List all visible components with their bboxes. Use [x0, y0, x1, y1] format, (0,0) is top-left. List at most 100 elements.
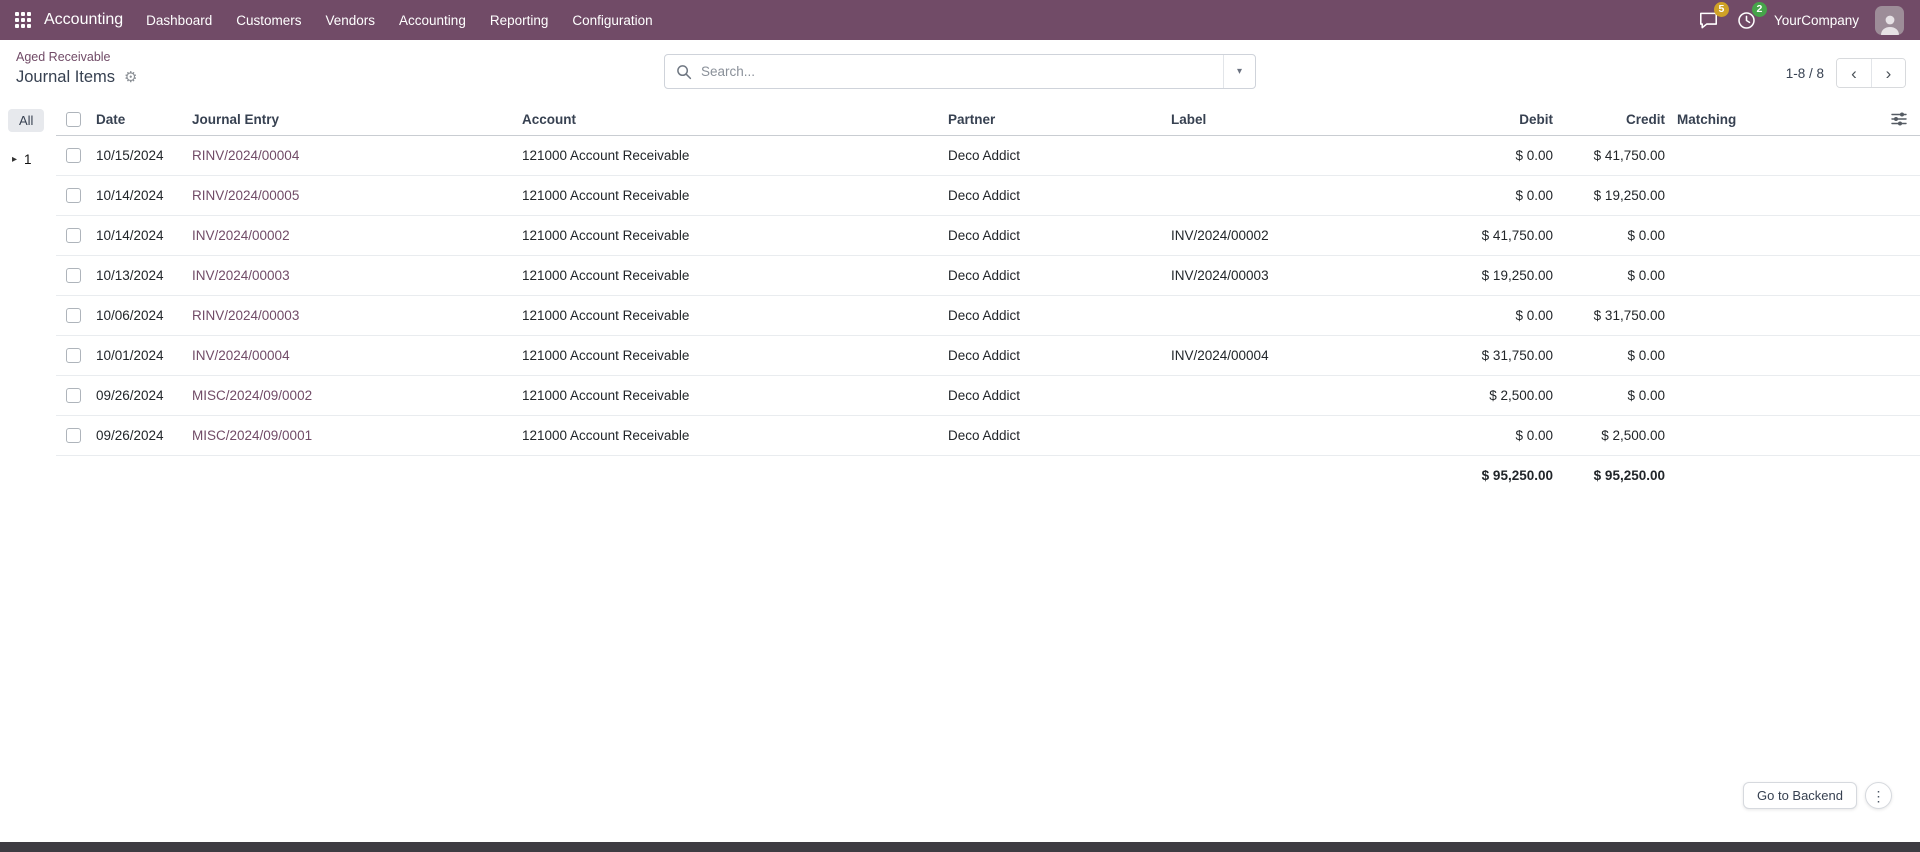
cell-journal-entry[interactable]: RINV/2024/00003	[188, 295, 518, 335]
journal-entry-link[interactable]: INV/2024/00003	[192, 268, 290, 283]
row-checkbox[interactable]	[66, 388, 81, 403]
cell-credit[interactable]: $ 0.00	[1559, 255, 1671, 295]
optional-columns-icon[interactable]	[1891, 111, 1907, 127]
search-input[interactable]	[692, 64, 1223, 79]
menu-item-vendors[interactable]: Vendors	[314, 7, 386, 34]
group-page-row[interactable]: ▸ 1	[0, 152, 56, 167]
cell-partner[interactable]: Deco Addict	[944, 255, 1167, 295]
cell-account[interactable]: 121000 Account Receivable	[518, 135, 944, 175]
cell-matching[interactable]	[1671, 415, 1756, 455]
cell-account[interactable]: 121000 Account Receivable	[518, 415, 944, 455]
cell-date[interactable]: 10/01/2024	[92, 335, 188, 375]
row-checkbox[interactable]	[66, 268, 81, 283]
cell-journal-entry[interactable]: MISC/2024/09/0002	[188, 375, 518, 415]
cell-journal-entry[interactable]: INV/2024/00004	[188, 335, 518, 375]
app-brand[interactable]: Accounting	[44, 11, 123, 29]
search-dropdown-caret-icon[interactable]: ▾	[1223, 55, 1255, 88]
row-select-cell[interactable]	[56, 255, 92, 295]
group-all-button[interactable]: All	[8, 109, 44, 132]
cell-journal-entry[interactable]: INV/2024/00002	[188, 215, 518, 255]
journal-entry-link[interactable]: MISC/2024/09/0001	[192, 428, 312, 443]
cell-date[interactable]: 10/15/2024	[92, 135, 188, 175]
cell-journal-entry[interactable]: RINV/2024/00005	[188, 175, 518, 215]
cell-credit[interactable]: $ 0.00	[1559, 375, 1671, 415]
cell-credit[interactable]: $ 41,750.00	[1559, 135, 1671, 175]
cell-journal-entry[interactable]: INV/2024/00003	[188, 255, 518, 295]
cell-debit[interactable]: $ 0.00	[1423, 415, 1559, 455]
cell-label[interactable]	[1167, 135, 1423, 175]
more-options-icon[interactable]: ⋮	[1865, 782, 1892, 809]
cell-partner[interactable]: Deco Addict	[944, 335, 1167, 375]
column-header-debit[interactable]: Debit	[1423, 104, 1559, 135]
cell-label[interactable]	[1167, 375, 1423, 415]
journal-entry-link[interactable]: RINV/2024/00004	[192, 148, 299, 163]
cell-partner[interactable]: Deco Addict	[944, 175, 1167, 215]
cell-debit[interactable]: $ 41,750.00	[1423, 215, 1559, 255]
cell-matching[interactable]	[1671, 255, 1756, 295]
cell-label[interactable]: INV/2024/00004	[1167, 335, 1423, 375]
breadcrumb-aged-receivable[interactable]: Aged Receivable	[16, 50, 111, 64]
cell-credit[interactable]: $ 0.00	[1559, 215, 1671, 255]
journal-entry-link[interactable]: INV/2024/00004	[192, 348, 290, 363]
cell-label[interactable]	[1167, 295, 1423, 335]
table-row[interactable]: 10/06/2024 RINV/2024/00003 121000 Accoun…	[56, 295, 1920, 335]
cell-account[interactable]: 121000 Account Receivable	[518, 215, 944, 255]
menu-item-reporting[interactable]: Reporting	[479, 7, 560, 34]
journal-entry-link[interactable]: RINV/2024/00005	[192, 188, 299, 203]
select-all-checkbox[interactable]	[66, 112, 81, 127]
column-header-credit[interactable]: Credit	[1559, 104, 1671, 135]
messages-icon[interactable]: 5	[1698, 9, 1720, 31]
table-row[interactable]: 10/01/2024 INV/2024/00004 121000 Account…	[56, 335, 1920, 375]
column-header-journal-entry[interactable]: Journal Entry	[188, 104, 518, 135]
table-row[interactable]: 09/26/2024 MISC/2024/09/0001 121000 Acco…	[56, 415, 1920, 455]
row-checkbox[interactable]	[66, 428, 81, 443]
select-all-header[interactable]	[56, 104, 92, 135]
row-select-cell[interactable]	[56, 375, 92, 415]
cell-matching[interactable]	[1671, 375, 1756, 415]
cell-date[interactable]: 10/14/2024	[92, 215, 188, 255]
cell-label[interactable]: INV/2024/00003	[1167, 255, 1423, 295]
menu-item-configuration[interactable]: Configuration	[561, 7, 663, 34]
cell-account[interactable]: 121000 Account Receivable	[518, 175, 944, 215]
menu-item-dashboard[interactable]: Dashboard	[135, 7, 223, 34]
row-select-cell[interactable]	[56, 415, 92, 455]
cell-partner[interactable]: Deco Addict	[944, 215, 1167, 255]
column-header-partner[interactable]: Partner	[944, 104, 1167, 135]
apps-grid-icon[interactable]	[6, 3, 40, 37]
cell-partner[interactable]: Deco Addict	[944, 135, 1167, 175]
column-header-matching[interactable]: Matching	[1671, 104, 1756, 135]
cell-matching[interactable]	[1671, 215, 1756, 255]
table-row[interactable]: 10/13/2024 INV/2024/00003 121000 Account…	[56, 255, 1920, 295]
table-row[interactable]: 10/15/2024 RINV/2024/00004 121000 Accoun…	[56, 135, 1920, 175]
row-select-cell[interactable]	[56, 135, 92, 175]
cell-date[interactable]: 10/13/2024	[92, 255, 188, 295]
row-checkbox[interactable]	[66, 348, 81, 363]
cell-account[interactable]: 121000 Account Receivable	[518, 295, 944, 335]
cell-debit[interactable]: $ 2,500.00	[1423, 375, 1559, 415]
cell-credit[interactable]: $ 31,750.00	[1559, 295, 1671, 335]
row-checkbox[interactable]	[66, 148, 81, 163]
column-header-account[interactable]: Account	[518, 104, 944, 135]
column-header-date[interactable]: Date	[92, 104, 188, 135]
gear-icon[interactable]: ⚙	[124, 70, 137, 85]
journal-entry-link[interactable]: MISC/2024/09/0002	[192, 388, 312, 403]
column-header-label[interactable]: Label	[1167, 104, 1423, 135]
cell-matching[interactable]	[1671, 175, 1756, 215]
cell-journal-entry[interactable]: RINV/2024/00004	[188, 135, 518, 175]
activities-icon[interactable]: 2	[1736, 9, 1758, 31]
cell-debit[interactable]: $ 0.00	[1423, 295, 1559, 335]
table-row[interactable]: 10/14/2024 RINV/2024/00005 121000 Accoun…	[56, 175, 1920, 215]
cell-date[interactable]: 09/26/2024	[92, 375, 188, 415]
row-checkbox[interactable]	[66, 308, 81, 323]
cell-credit[interactable]: $ 19,250.00	[1559, 175, 1671, 215]
cell-debit[interactable]: $ 31,750.00	[1423, 335, 1559, 375]
cell-debit[interactable]: $ 19,250.00	[1423, 255, 1559, 295]
row-select-cell[interactable]	[56, 215, 92, 255]
cell-account[interactable]: 121000 Account Receivable	[518, 255, 944, 295]
table-row[interactable]: 09/26/2024 MISC/2024/09/0002 121000 Acco…	[56, 375, 1920, 415]
pager-value[interactable]: 1-8 / 8	[1786, 66, 1824, 81]
cell-label[interactable]	[1167, 415, 1423, 455]
cell-credit[interactable]: $ 2,500.00	[1559, 415, 1671, 455]
cell-date[interactable]: 10/14/2024	[92, 175, 188, 215]
cell-credit[interactable]: $ 0.00	[1559, 335, 1671, 375]
